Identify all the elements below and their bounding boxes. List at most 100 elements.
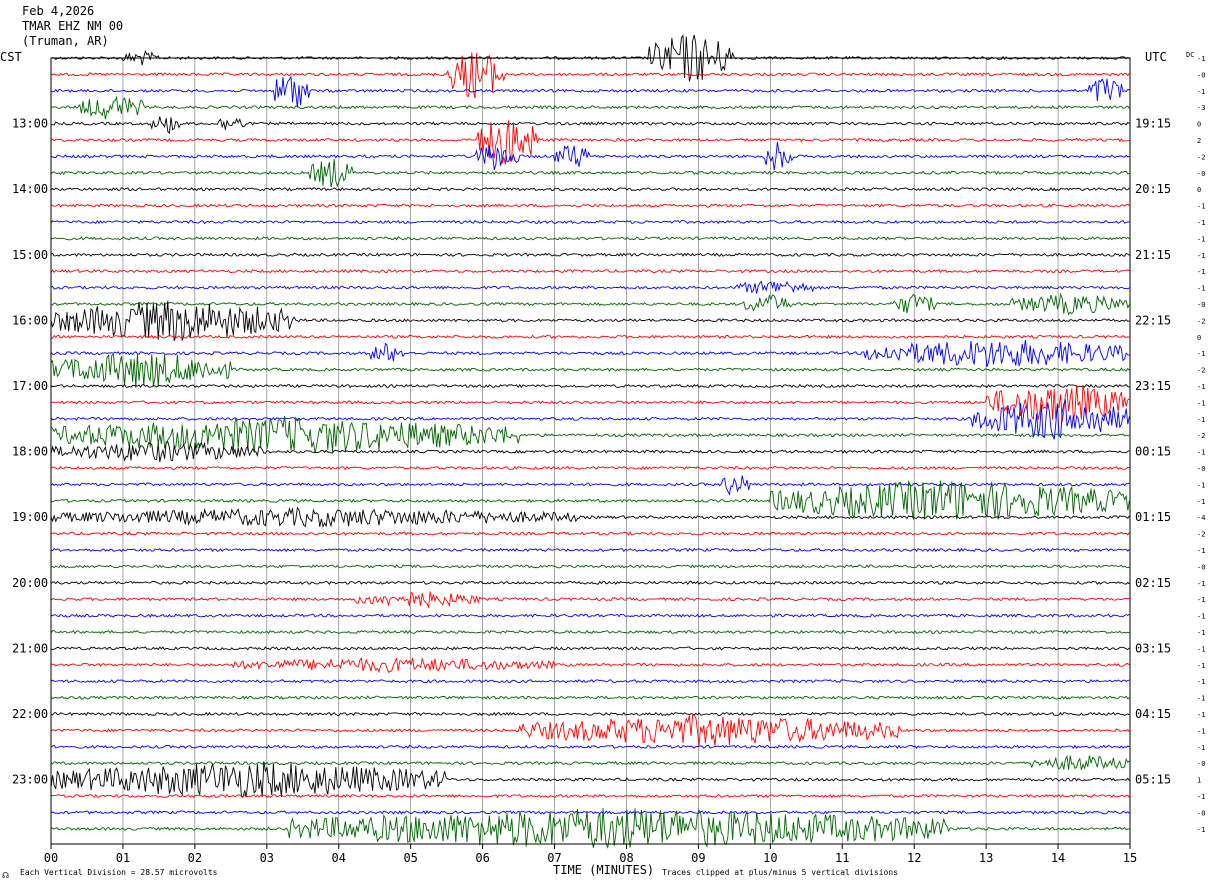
trace-row-2	[50, 75, 1130, 108]
x-tick-label-06: 06	[475, 851, 489, 865]
trace-row-38	[50, 679, 1130, 684]
dc-offset-label: -1	[1197, 219, 1205, 227]
trace-row-34	[50, 613, 1130, 618]
left-hour-label: 17:00	[12, 379, 48, 393]
right-hour-label: 19:15	[1135, 117, 1171, 131]
dc-offset-label: -4	[1197, 514, 1205, 522]
scale-note: Each Vertical Division = 28.57 microvolt…	[20, 868, 218, 877]
right-hour-label: 21:15	[1135, 248, 1171, 262]
dc-offset-label: 0	[1197, 334, 1201, 342]
trace-row-14	[50, 280, 1130, 294]
x-tick-label-04: 04	[332, 851, 346, 865]
dc-offset-label: -1	[1197, 285, 1205, 293]
dc-offset-label: -1	[1197, 498, 1205, 506]
trace-group	[50, 34, 1130, 849]
trace-row-29	[50, 531, 1130, 536]
trace-row-39	[50, 695, 1130, 700]
trace-row-3	[50, 95, 1130, 120]
trace-row-37	[50, 657, 1130, 673]
dc-offset-label: -1	[1197, 695, 1205, 703]
dc-offset-label: 0	[1197, 121, 1201, 129]
trace-row-28	[50, 506, 1130, 528]
trace-row-13	[50, 268, 1130, 274]
dc-label: DC	[1186, 51, 1194, 59]
trace-row-10	[50, 219, 1130, 225]
left-hour-label: 14:00	[12, 182, 48, 196]
x-tick-label-09: 09	[691, 851, 705, 865]
x-tick-label-13: 13	[979, 851, 993, 865]
dc-offset-label: 1	[1197, 777, 1201, 785]
dc-offset-label: -1	[1197, 449, 1205, 457]
dc-offset-label: -1	[1197, 596, 1205, 604]
left-hour-label: 22:00	[12, 707, 48, 721]
trace-row-6	[50, 141, 1130, 171]
dc-offset-label: -1	[1197, 793, 1205, 801]
dc-offset-label: -1	[1197, 629, 1205, 637]
trace-row-25	[50, 465, 1130, 471]
x-tick-label-11: 11	[835, 851, 849, 865]
trace-row-43	[50, 754, 1130, 771]
dc-offset-label: -1	[1197, 711, 1205, 719]
dc-offset-label: -1	[1197, 235, 1205, 243]
trace-row-45	[50, 793, 1130, 799]
trace-row-40	[50, 711, 1130, 717]
trace-row-16	[50, 300, 1130, 342]
x-tick-label-12: 12	[907, 851, 921, 865]
dc-offset-label: -1	[1197, 268, 1205, 276]
dc-offset-label: -2	[1197, 367, 1205, 375]
dc-offset-label: 0	[1197, 186, 1201, 194]
dc-offset-label: -2	[1197, 432, 1205, 440]
left-hour-label: 15:00	[12, 248, 48, 262]
trace-row-4	[51, 116, 1130, 135]
x-tick-label-10: 10	[763, 851, 777, 865]
x-tick-label-01: 01	[116, 851, 130, 865]
trace-row-44	[50, 761, 1130, 798]
trace-row-20	[50, 383, 1130, 389]
right-hour-label: 03:15	[1135, 641, 1171, 655]
trace-row-7	[50, 158, 1130, 188]
trace-row-30	[50, 547, 1130, 553]
x-tick-label-05: 05	[403, 851, 417, 865]
dc-offset-label: -1	[1197, 416, 1205, 424]
dc-offset-label: -2	[1197, 317, 1205, 325]
right-tz-label: UTC	[1145, 50, 1167, 64]
x-tick-label-14: 14	[1051, 851, 1065, 865]
left-hour-label: 18:00	[12, 445, 48, 459]
trace-row-27	[50, 480, 1130, 520]
dc-offset-label: -1	[1197, 826, 1205, 834]
right-hour-label: 20:15	[1135, 182, 1171, 196]
trace-row-47	[50, 808, 1130, 849]
dc-offset-label: -1	[1197, 744, 1205, 752]
dc-offset-label: -1	[1197, 613, 1205, 621]
right-hour-labels: 19:15 20:15 21:15 22:15 23:15 00:15 01:15 02:15…	[1135, 117, 1171, 787]
x-tick-label-00: 00	[44, 851, 58, 865]
right-hour-label: 00:15	[1135, 445, 1171, 459]
x-axis-ticks: 00 01 02 03 04 05 06 07 08 09 10 11 12 13 14 15	[44, 844, 1137, 865]
dc-offset-label: -1	[1197, 727, 1205, 735]
dc-offset-label: -1	[1197, 399, 1205, 407]
dc-offset-label: -1	[1197, 662, 1205, 670]
trace-row-26	[50, 475, 1130, 496]
dc-offset-label: -0	[1197, 170, 1205, 178]
dc-offset-label: -1	[1197, 580, 1205, 588]
trace-row-41	[50, 714, 1130, 747]
left-hour-labels: 13:00 14:00 15:00 16:00 17:00 18:00 19:00 20:00…	[12, 117, 48, 787]
dc-offset-label: -1	[1197, 645, 1205, 653]
dc-offset-label: -2	[1197, 153, 1205, 161]
footer-mark: ☊	[2, 871, 9, 880]
trace-row-24	[50, 441, 1130, 463]
left-hour-label: 19:00	[12, 510, 48, 524]
dc-offset-label: -3	[1197, 104, 1205, 112]
dc-offset-label: -1	[1197, 481, 1205, 489]
dc-offset-label: -1	[1197, 547, 1205, 555]
trace-row-36	[50, 646, 1130, 651]
trace-row-9	[50, 203, 1130, 208]
right-hour-label: 01:15	[1135, 510, 1171, 524]
trace-row-21	[50, 384, 1130, 422]
right-hour-label: 04:15	[1135, 707, 1171, 721]
dc-offset-label: -1	[1197, 203, 1205, 211]
helicorder-plot: 00 01 02 03 04 05 06 07 08 09 10 11 12 13 14 15 13:0014…	[0, 34, 1205, 880]
dc-offset-label: -1	[1197, 383, 1205, 391]
dc-offset-label: -0	[1197, 809, 1205, 817]
trace-row-31	[50, 564, 1130, 569]
